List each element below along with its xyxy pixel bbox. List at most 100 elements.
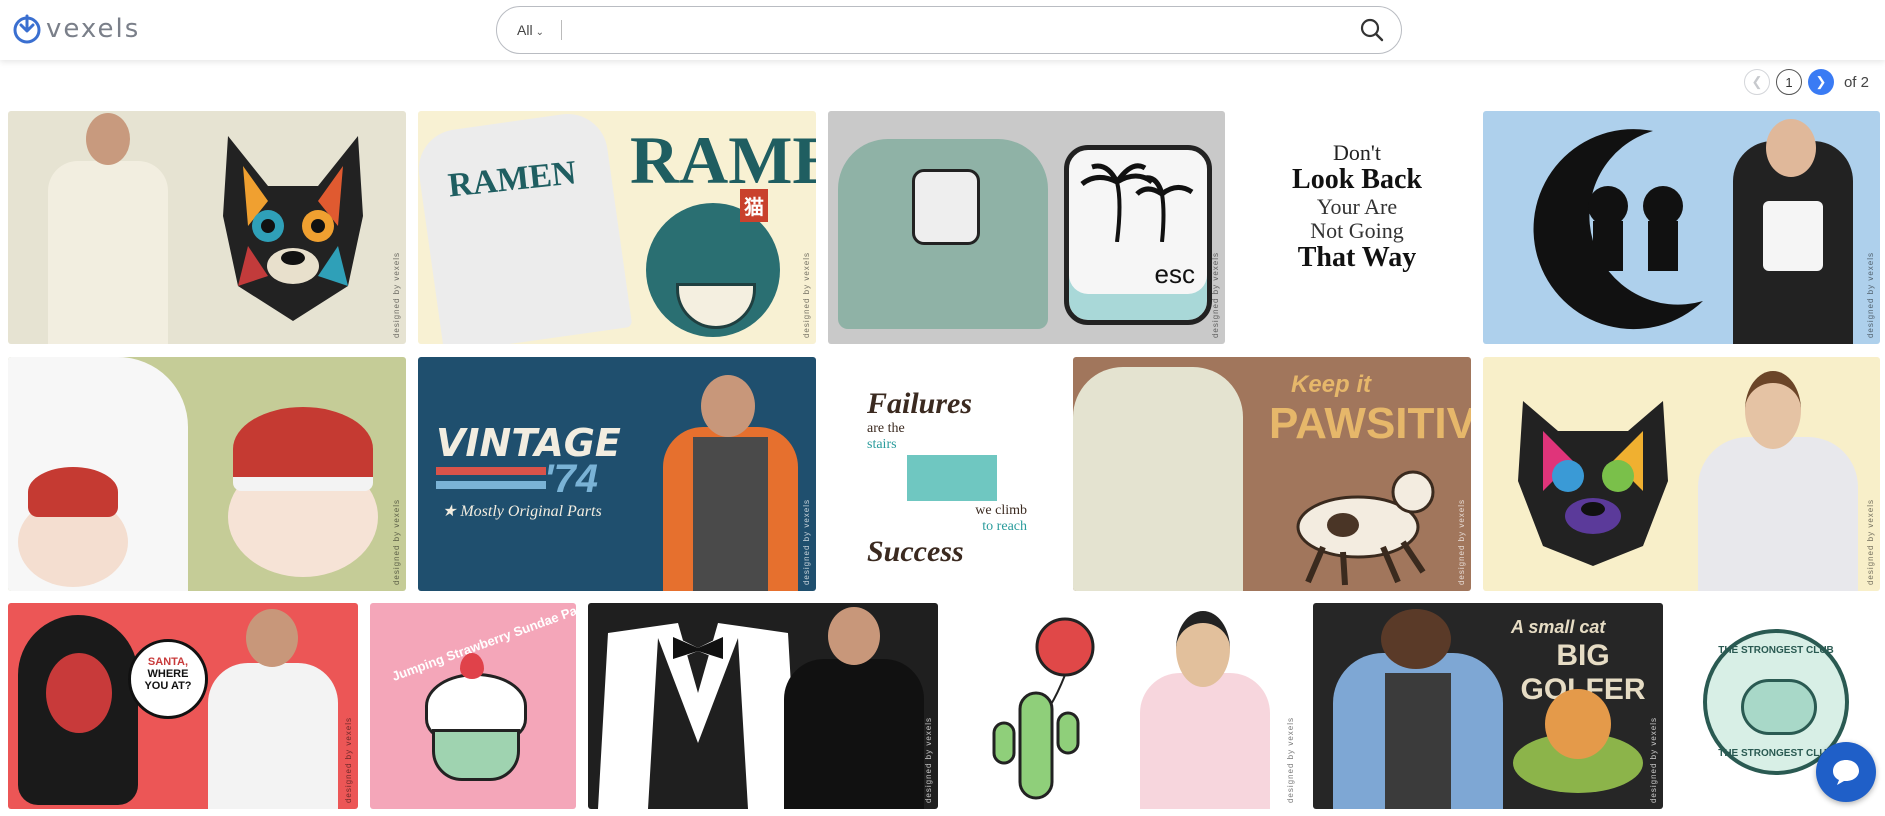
text-line: stairs [867, 437, 897, 452]
model-tshirt [784, 659, 924, 809]
speech-line: SANTA, [147, 656, 189, 668]
text-line: That Way [1297, 242, 1417, 273]
head-shape [1745, 371, 1801, 449]
head-shape [1381, 609, 1451, 669]
design-card[interactable]: Don't Look Back Your Are Not Going That … [1237, 111, 1473, 344]
search-icon [1360, 18, 1384, 42]
design-year: '74 [544, 457, 599, 501]
page-number-field[interactable]: 1 [1775, 69, 1802, 95]
design-card[interactable]: A small cat BIG GOLFER designed by vexel… [1313, 603, 1663, 809]
chevron-right-icon: ❯ [1815, 74, 1827, 89]
tshirt-image [418, 111, 633, 344]
watermark: designed by vexels [1866, 498, 1875, 585]
text-line: Look Back [1292, 164, 1422, 195]
design-card[interactable]: designed by vexels [1483, 111, 1880, 344]
model-tshirt [1140, 673, 1270, 809]
text-line: Not Going [1310, 218, 1404, 243]
head-shape [701, 375, 755, 437]
vexels-logo-icon [13, 14, 41, 44]
model-sweatshirt [1698, 437, 1858, 591]
watermark: designed by vexels [392, 251, 401, 338]
design-card[interactable]: SANTA, WHERE YOU AT? designed by vexels [8, 603, 358, 809]
design-card[interactable]: designed by vexels [1483, 357, 1880, 591]
cat-golfer [1545, 689, 1611, 759]
watermark: designed by vexels [1211, 251, 1220, 338]
search-input[interactable] [569, 15, 1333, 47]
vexels-logo[interactable]: vexels [12, 13, 140, 45]
typography-design: Failures are the stairs we climb to reac… [867, 387, 1027, 568]
esc-label: esc [1154, 259, 1195, 289]
chevron-left-icon: ❮ [1751, 74, 1763, 89]
prev-page-button[interactable]: ❮ [1743, 69, 1770, 95]
badge-text: THE STRONGEST CLUB [1718, 645, 1834, 656]
french-bulldog-illustration [223, 136, 363, 321]
watermark: designed by vexels [1649, 716, 1658, 803]
design-card[interactable]: Jumping Strawberry Sundae Party [370, 603, 576, 809]
tshirt-image [1073, 367, 1243, 591]
dog-illustration [1296, 470, 1435, 586]
design-line2: PAWSITIVE [1269, 399, 1471, 448]
design-card[interactable]: designed by vexels [8, 111, 406, 344]
page-total-label: of 2 [1843, 73, 1869, 91]
chat-bubble-icon [1833, 760, 1859, 785]
speech-bubble: SANTA, WHERE YOU AT? [128, 639, 208, 719]
sundae-cup [432, 729, 520, 781]
design-card[interactable]: RAMEN RAMEN 猫 designed by vexels [418, 111, 816, 344]
watermark: designed by vexels [1457, 498, 1466, 585]
design-card[interactable]: designed by vexels [950, 603, 1300, 809]
head-shape [86, 113, 130, 165]
design-card[interactable]: Keep it PAWSITIVE designed by vexels [1073, 357, 1471, 591]
search-divider [561, 20, 562, 40]
typography-design: Don't Look Back Your Are Not Going That … [1277, 141, 1437, 321]
watermark: designed by vexels [802, 251, 811, 338]
devil-face [46, 653, 112, 733]
search-category-select[interactable]: All ⌄ [517, 7, 544, 53]
design-card[interactable]: designed by vexels [588, 603, 938, 809]
design-line1: Keep it [1291, 371, 1372, 398]
cactus-balloon-illustration [992, 617, 1095, 800]
next-page-button[interactable]: ❯ [1807, 69, 1834, 95]
esc-key-small [912, 169, 980, 245]
design-card[interactable]: Failures are the stairs we climb to reac… [827, 357, 1063, 591]
design-line1: A small cat [1511, 617, 1606, 637]
chevron-down-icon: ⌄ [535, 27, 544, 38]
moon-silhouette-illustration [1533, 129, 1703, 330]
watermark: designed by vexels [1866, 251, 1875, 338]
watermark: designed by vexels [1286, 716, 1295, 803]
speech-line: WHERE [147, 668, 189, 680]
watermark: designed by vexels [392, 498, 401, 585]
text-line: Don't [1333, 140, 1381, 165]
stripe-blue [436, 481, 546, 489]
design-card[interactable]: esc designed by vexels [828, 111, 1225, 344]
pug-illustration [1518, 401, 1668, 566]
model-shirt [1385, 673, 1451, 809]
stairs-image [907, 455, 997, 501]
design-title: RAMEN [630, 122, 816, 198]
santa-hat-small [28, 467, 118, 517]
stripe-red [436, 467, 546, 475]
watermark: designed by vexels [344, 716, 353, 803]
speech-line: YOU AT? [144, 680, 192, 692]
head-shape [1176, 611, 1230, 687]
text-line: we climb [975, 503, 1027, 518]
watermark: designed by vexels [924, 716, 933, 803]
text-line: Your Are [1316, 194, 1398, 219]
head-shape [246, 609, 298, 667]
search-button[interactable] [1359, 17, 1385, 43]
head-shape [1766, 119, 1816, 177]
design-card[interactable]: VINTAGE '74 ★ Mostly Original Parts desi… [418, 357, 816, 591]
strawberry [460, 653, 484, 679]
design-subtitle: ★ Mostly Original Parts [442, 503, 602, 520]
pagination: ❮ 1 ❯ of 2 [1743, 67, 1869, 97]
brand-name: vexels [46, 14, 141, 44]
model-tshirt [208, 663, 338, 809]
text-line: Success [867, 535, 964, 568]
search-category-label: All [517, 22, 533, 38]
tshirt-model-image [48, 161, 168, 344]
design-card[interactable]: designed by vexels [8, 357, 406, 591]
text-line: are the [867, 421, 905, 436]
flexing-cloud [1741, 679, 1817, 735]
watermark: designed by vexels [802, 498, 811, 585]
text-line: Failures [867, 387, 973, 420]
chat-button[interactable] [1816, 742, 1876, 802]
